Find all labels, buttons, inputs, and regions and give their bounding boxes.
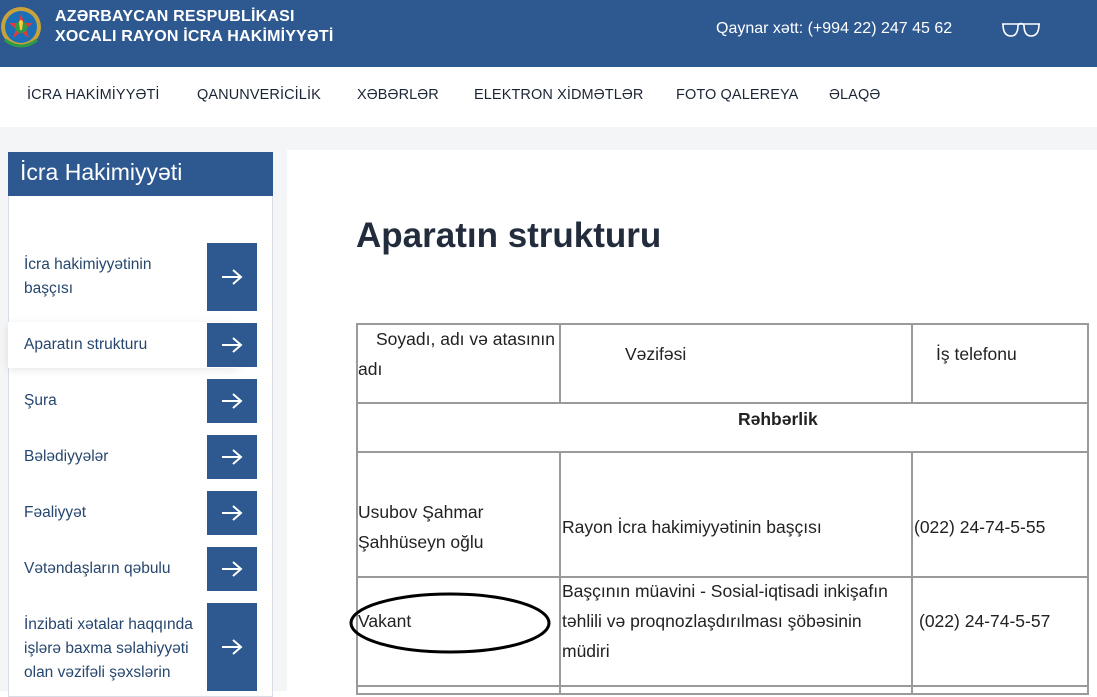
sidebar-item-label: Şura (24, 392, 57, 409)
sidebar-item-label: Aparatın strukturu (24, 336, 148, 353)
nav-item-elektron-xidmetler[interactable]: ELEKTRON XİDMƏTLƏR (474, 87, 643, 103)
site-title-line2[interactable]: XOCALI RAYON İCRA HAKİMİYYƏTİ (55, 28, 333, 46)
arrow-right-icon[interactable] (207, 547, 257, 591)
arrow-right-icon[interactable] (207, 435, 257, 479)
row-name-line1: Usubov Şahmar (358, 502, 484, 522)
row-phone: (022) 24-74-5-57 (919, 611, 1051, 631)
site-header: AZƏRBAYCAN RESPUBLİKASI XOCALI RAYON İCR… (0, 0, 1097, 67)
table-cell-position (559, 685, 914, 695)
row-name-line2: Şahhüseyn oğlu (358, 532, 484, 552)
nav-item-foto-qalereya[interactable]: FOTO QALEREYA (676, 87, 798, 103)
arrow-right-icon[interactable] (207, 491, 257, 535)
table-section-row (356, 402, 1089, 454)
sidebar-title: İcra Hakimiyyəti (8, 152, 273, 196)
nav-item-qanunvericilik[interactable]: QANUNVERİCİLİK (197, 87, 321, 103)
page-title: Aparatın strukturu (356, 216, 662, 255)
site-title-line1[interactable]: AZƏRBAYCAN RESPUBLİKASI (55, 8, 295, 26)
section-title: Rəhbərlik (738, 409, 818, 429)
arrow-right-icon[interactable] (207, 379, 257, 423)
sidebar-item-label: Bələdiyyələr (24, 448, 109, 465)
header-name-line2: adı (358, 359, 383, 379)
sidebar-item-label: İnzibati xətalar haqqında işlərə baxma s… (24, 616, 193, 681)
sidebar-item-label: Vətəndaşların qəbulu (24, 560, 171, 577)
sidebar-item-label: Fəaliyyət (24, 504, 87, 521)
nav-item-xeberler[interactable]: XƏBƏRLƏR (357, 87, 439, 103)
row-position-line3: müdiri (562, 641, 610, 661)
arrow-right-icon[interactable] (207, 243, 257, 311)
row-position-line2: təhlili və proqnozlaşdırılması şöbəsinin (562, 611, 862, 631)
row-position-line1: Başçının müavini - Sosial-iqtisadi inkiş… (562, 581, 888, 601)
main-nav: İCRA HAKİMİYYƏTİ QANUNVERİCİLİK XƏBƏRLƏR… (0, 67, 1097, 127)
glasses-icon[interactable] (1000, 20, 1042, 40)
table-cell-name (356, 685, 562, 695)
nav-item-icra-hakimiyyeti[interactable]: İCRA HAKİMİYYƏTİ (27, 87, 160, 103)
hand-drawn-oval-annotation (349, 592, 551, 654)
row-phone: (022) 24-74-5-55 (914, 517, 1046, 537)
arrow-right-icon[interactable] (207, 323, 257, 367)
table-header-position (559, 323, 914, 405)
table-cell-phone (911, 685, 1089, 695)
arrow-right-icon[interactable] (207, 603, 257, 691)
azerbaijan-emblem-icon[interactable] (0, 0, 46, 56)
hotline-text: Qaynar xətt: (+994 22) 247 45 62 (716, 20, 953, 37)
nav-item-elaqe[interactable]: ƏLAQƏ (829, 87, 880, 103)
header-name-line1: Soyadı, adı və atasının (376, 329, 556, 349)
header-phone: İş telefonu (936, 344, 1017, 364)
header-position: Vəzifəsi (625, 344, 687, 364)
sidebar-item-label: İcra hakimiyyətinin başçısı (24, 256, 152, 297)
row-position: Rayon İcra hakimiyyətinin başçısı (562, 517, 822, 537)
